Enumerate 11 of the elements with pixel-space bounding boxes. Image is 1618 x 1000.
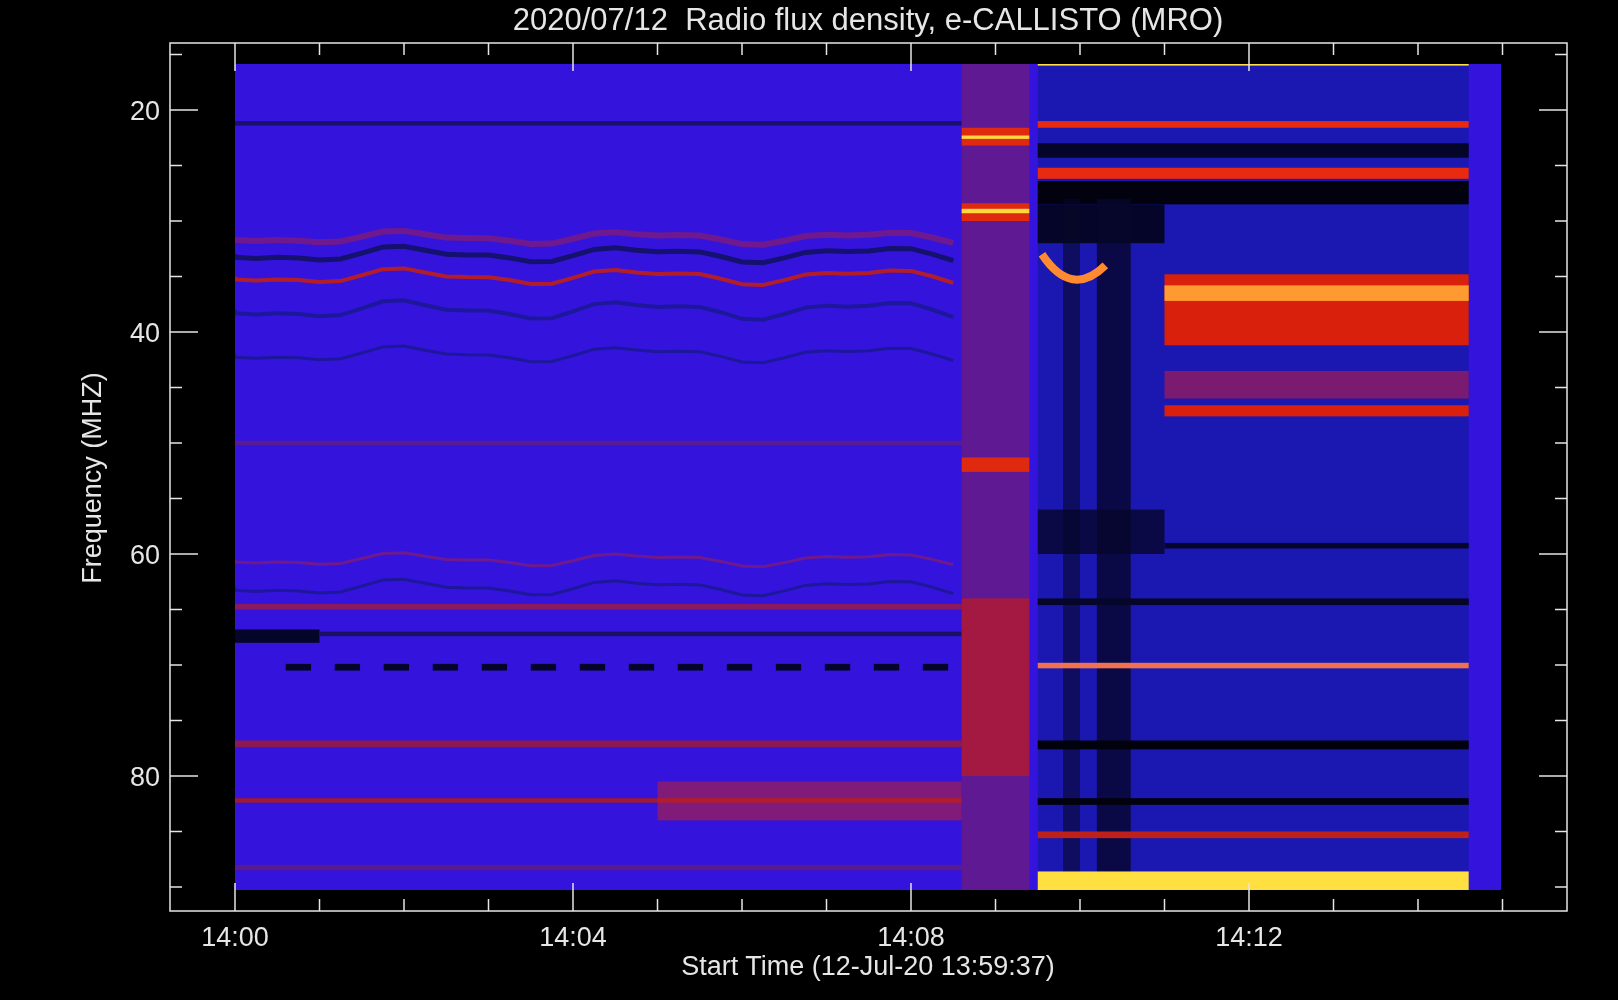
axis-label: Start Time (12-Jul-20 13:59:37) <box>681 951 1055 981</box>
tick-label: 14:00 <box>201 922 269 952</box>
tick-label: 60 <box>129 540 160 570</box>
axis-label: Frequency (MHZ) <box>77 372 107 584</box>
chart-title: 2020/07/12 Radio flux density, e-CALLISTO (MRO) <box>512 2 1224 37</box>
tick-label: 40 <box>129 318 160 348</box>
tick-label: 80 <box>129 762 160 792</box>
tick-label: 14:08 <box>877 922 945 952</box>
tick-label: 20 <box>129 96 160 126</box>
tick-label: 14:04 <box>539 922 607 952</box>
tick-label: 14:12 <box>1215 922 1283 952</box>
